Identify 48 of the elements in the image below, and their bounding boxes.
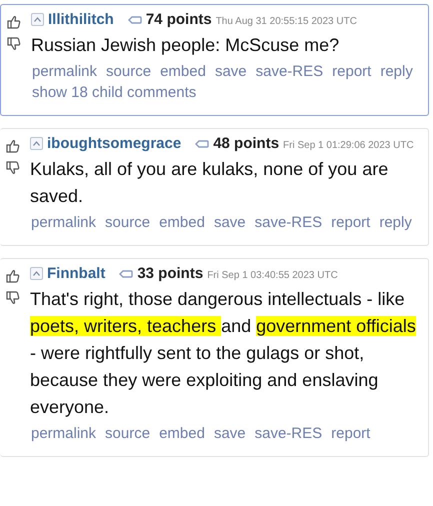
- tag-icon: [119, 270, 134, 278]
- action-link[interactable]: save: [214, 425, 246, 442]
- action-link[interactable]: save: [214, 214, 246, 231]
- action-link[interactable]: show 18 child comments: [32, 84, 196, 101]
- action-link[interactable]: save-RES: [256, 63, 324, 80]
- action-link[interactable]: permalink: [31, 214, 96, 231]
- action-link[interactable]: save-RES: [254, 425, 322, 442]
- action-link[interactable]: embed: [159, 214, 205, 231]
- thumbs-down-icon[interactable]: [7, 37, 21, 51]
- action-link[interactable]: save: [214, 63, 247, 80]
- thumbs-down-icon[interactable]: [6, 291, 20, 305]
- action-link[interactable]: source: [105, 425, 150, 442]
- tag-icon: [128, 16, 142, 24]
- timestamp: Thu Aug 31 20:55:15 2023 UTC: [216, 16, 357, 27]
- action-link[interactable]: report: [332, 63, 372, 80]
- tag-icon: [195, 140, 210, 148]
- thumbs-up-icon[interactable]: [7, 15, 21, 29]
- caret-icon: [33, 141, 40, 146]
- comment-text: Russian Jewish people: McScuse me?: [31, 34, 340, 57]
- author-link[interactable]: iboughtsomegrace: [47, 135, 182, 152]
- thumbs-up-icon[interactable]: [6, 139, 20, 153]
- action-link[interactable]: permalink: [31, 425, 96, 442]
- points-score: 33 points: [137, 265, 204, 282]
- points-score: 74 points: [146, 11, 212, 28]
- timestamp: Fri Sep 1 01:29:06 2023 UTC: [283, 140, 414, 151]
- action-link[interactable]: permalink: [32, 63, 98, 80]
- caret-icon: [34, 17, 41, 22]
- thumbs-down-icon[interactable]: [6, 161, 20, 175]
- comment-text: Kulaks, all of you are kulaks, none of you are saved.: [30, 158, 390, 208]
- action-link[interactable]: source: [106, 63, 152, 80]
- action-link[interactable]: reply: [379, 214, 412, 231]
- action-link[interactable]: report: [331, 425, 370, 442]
- thumbs-up-icon[interactable]: [6, 269, 20, 283]
- comment-text: That's right, those dangerous intellectuals - like poets, writers, teachers and government officials - were rightfully sent to the gulags or shot, because they were exploiting and enslaving everyone.: [30, 288, 417, 419]
- action-link[interactable]: save-RES: [254, 214, 322, 231]
- action-link[interactable]: source: [105, 214, 150, 231]
- action-link[interactable]: report: [331, 214, 370, 231]
- points-score: 48 points: [213, 135, 280, 152]
- author-link[interactable]: Finnbalt: [47, 265, 106, 282]
- timestamp: Fri Sep 1 03:40:55 2023 UTC: [207, 270, 338, 281]
- action-link[interactable]: reply: [380, 63, 413, 80]
- collapse-button[interactable]: [31, 13, 44, 26]
- author-link[interactable]: Illithilitch: [48, 11, 114, 28]
- action-link[interactable]: embed: [159, 425, 205, 442]
- action-link[interactable]: embed: [160, 63, 206, 80]
- collapse-button[interactable]: [30, 267, 43, 280]
- collapse-button[interactable]: [30, 137, 43, 150]
- caret-icon: [33, 271, 40, 276]
